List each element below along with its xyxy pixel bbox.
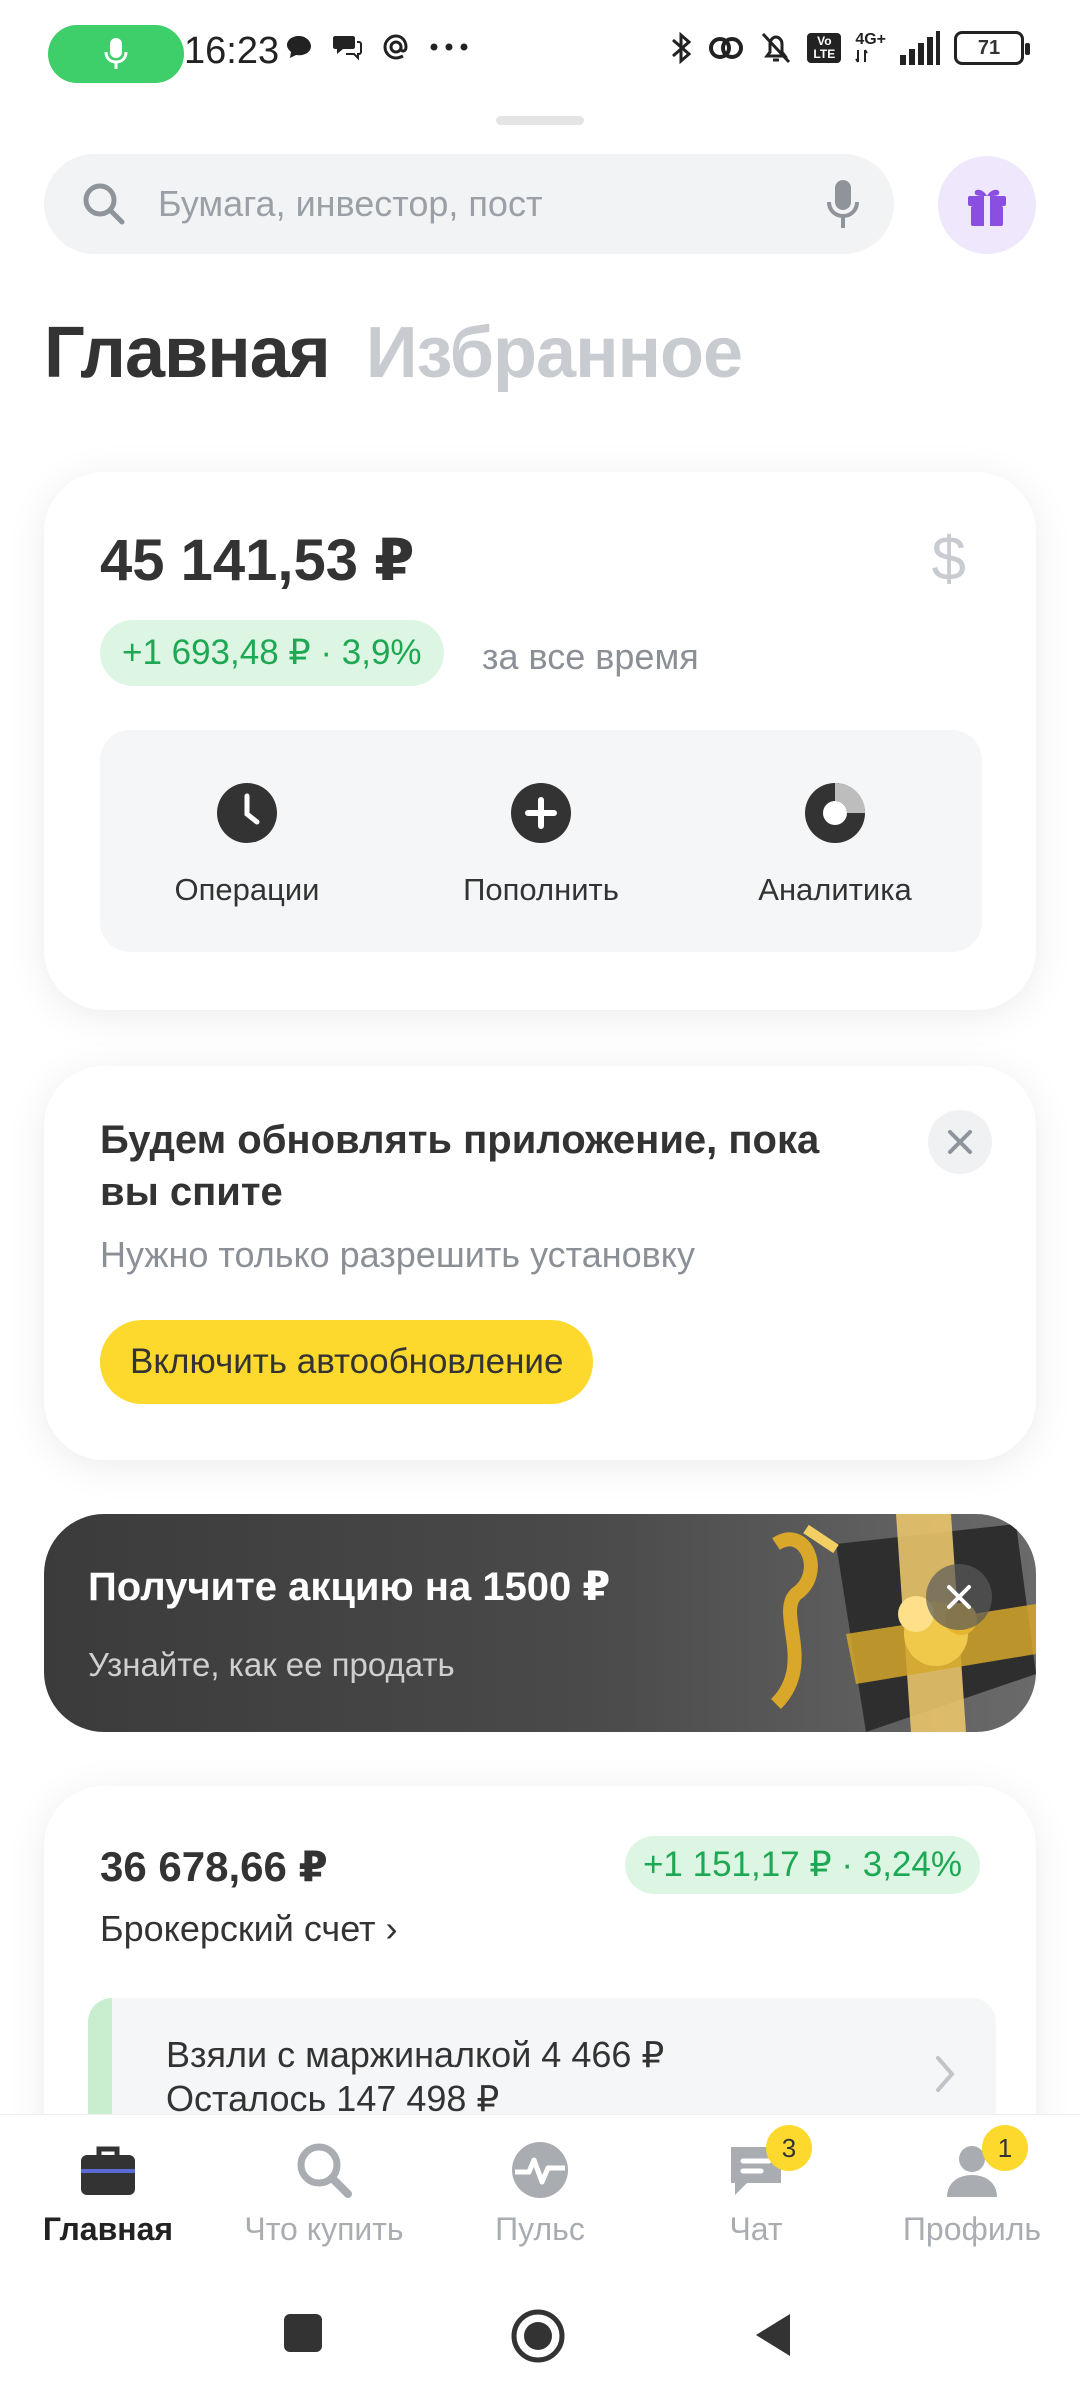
nav-chat-label: Чат [729, 2211, 783, 2247]
margin-borrowed: Взяли с маржиналкой 4 466 ₽ [166, 2034, 665, 2075]
pulse-icon [512, 2142, 568, 2198]
plus-circle-icon [511, 783, 571, 843]
operations-button[interactable]: Операции [100, 730, 394, 952]
chat-bubbles-icon [333, 36, 362, 61]
tab-favorites[interactable]: Избранное [366, 312, 743, 394]
chat-badge: 3 [766, 2125, 812, 2171]
arrows-updown-icon [855, 49, 869, 63]
tab-home[interactable]: Главная [44, 312, 331, 394]
search-icon [297, 2143, 352, 2198]
nav-what-to-buy[interactable]: Что купить [216, 2115, 432, 2274]
home-circle-icon[interactable] [510, 2308, 566, 2364]
nav-chat[interactable]: Чат 3 [648, 2115, 864, 2274]
nav-pulse-label: Пульс [495, 2211, 585, 2247]
search-bar[interactable] [44, 154, 894, 254]
nav-profile-label: Профиль [902, 2211, 1042, 2247]
promo-subtitle: Узнайте, как ее продать [88, 1646, 455, 1683]
briefcase-icon [81, 2146, 135, 2195]
voice-search-icon[interactable] [826, 178, 860, 232]
nav-pulse[interactable]: Пульс [432, 2115, 648, 2274]
status-bar: 16:23 Vo LTE 4G+ 71 [0, 0, 1080, 104]
nav-home[interactable]: Главная [0, 2115, 216, 2274]
clock-icon [217, 783, 277, 843]
portfolio-balance: 45 141,53 ₽ [100, 528, 415, 593]
update-subtitle: Нужно только разрешить установку [100, 1234, 695, 1275]
nav-what-to-buy-label: Что купить [244, 2211, 404, 2247]
battery-indicator: 71 [954, 31, 1030, 65]
gain-period-label: за все время [482, 636, 699, 677]
back-triangle-icon[interactable] [754, 2312, 792, 2358]
update-title: Будем обновлять приложение, пока вы спит… [100, 1118, 820, 1214]
gift-button[interactable] [938, 156, 1036, 254]
analytics-button[interactable]: Аналитика [688, 730, 982, 952]
gift-icon [968, 189, 1006, 226]
recent-apps-icon[interactable] [282, 2312, 324, 2354]
search-icon [83, 183, 125, 225]
enable-auto-update-button[interactable]: Включить автообновление [100, 1320, 594, 1404]
chevron-right-icon [936, 2056, 955, 2092]
bottom-navigation: Главная Что купить Пульс Чат 3 Профиль 1 [0, 2114, 1080, 2274]
top-up-label: Пополнить [463, 872, 619, 907]
auto-update-banner: Будем обновлять приложение, пока вы спит… [44, 1066, 1036, 1460]
more-dots-icon [430, 43, 468, 51]
bluetooth-icon [672, 31, 692, 65]
close-icon [948, 1130, 972, 1154]
mic-indicator[interactable] [48, 25, 184, 83]
close-icon [947, 1585, 971, 1609]
account-amount: 36 678,66 ₽ [100, 1843, 328, 1890]
nav-home-label: Главная [42, 2211, 174, 2247]
notification-icons [285, 32, 469, 62]
main-tabs: Главная Избранное [44, 312, 743, 394]
operations-label: Операции [174, 872, 320, 907]
volte-badge: Vo LTE [807, 33, 842, 63]
pie-chart-icon [805, 783, 865, 843]
portfolio-card: 45 141,53 ₽ $ +1 693,48 ₽ · 3,9% за все … [44, 472, 1036, 1010]
network-type: 4G+ [855, 31, 886, 48]
account-gain-badge: +1 151,17 ₽ · 3,24% [624, 1836, 980, 1894]
system-navigation-bar [0, 2274, 1080, 2400]
status-time: 16:23 [184, 30, 280, 72]
analytics-label: Аналитика [758, 872, 912, 907]
account-name-link[interactable]: Брокерский счет › [100, 1908, 398, 1950]
message-bubble-icon [287, 36, 311, 58]
sheet-grabber[interactable] [496, 116, 584, 125]
close-update-button[interactable] [928, 1110, 992, 1174]
at-sign-icon [383, 34, 408, 60]
portfolio-gain-badge: +1 693,48 ₽ · 3,9% [100, 620, 444, 686]
microphone-icon [104, 38, 128, 69]
portfolio-actions: Операции Пополнить Аналитика [100, 730, 982, 952]
bell-muted-icon [762, 32, 791, 64]
close-promo-button[interactable] [926, 1564, 992, 1630]
profile-badge: 1 [982, 2125, 1028, 2171]
signal-bars-icon [900, 31, 940, 65]
top-up-button[interactable]: Пополнить [394, 730, 688, 952]
promo-banner[interactable]: Получите акцию на 1500 ₽ Узнайте, как ее… [44, 1514, 1036, 1732]
promo-title: Получите акцию на 1500 ₽ [88, 1565, 611, 1609]
currency-switch-icon[interactable]: $ [932, 524, 966, 595]
search-input[interactable] [158, 183, 758, 225]
link-rings-icon [709, 37, 744, 59]
nav-profile[interactable]: Профиль 1 [864, 2115, 1080, 2274]
gift-box-illustration [770, 1514, 1036, 1732]
system-status-icons: Vo LTE 4G+ 71 [669, 30, 1030, 66]
